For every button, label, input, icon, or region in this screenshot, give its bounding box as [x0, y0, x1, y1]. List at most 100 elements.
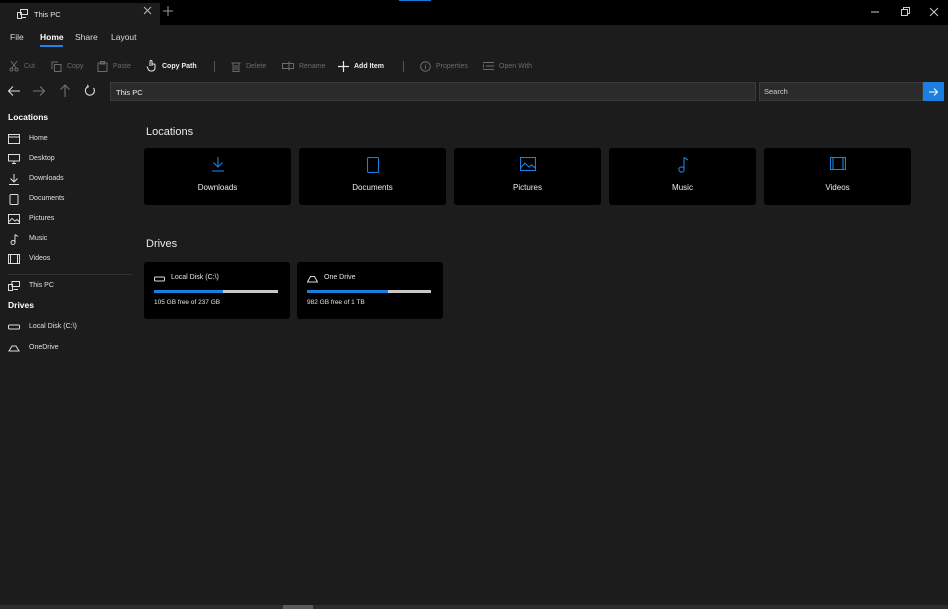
sidebar-item-label: Home — [29, 135, 48, 142]
cut-button[interactable]: Cut — [9, 58, 35, 74]
clipboard-icon — [97, 60, 108, 72]
menu-home[interactable]: Home — [40, 32, 64, 42]
active-menu-indicator — [40, 45, 63, 47]
video-icon — [8, 254, 20, 264]
sidebar-item-label: Downloads — [29, 175, 64, 182]
sidebar-item-this-pc[interactable]: This PC — [0, 277, 136, 295]
sidebar-locations-header: Locations — [8, 112, 49, 122]
download-icon — [8, 174, 20, 185]
rename-button[interactable]: Rename — [282, 58, 325, 74]
sidebar-item-local-disk[interactable]: Local Disk (C:\) — [0, 318, 136, 336]
menu-share[interactable]: Share — [75, 32, 98, 42]
drag-region-indicator — [399, 0, 431, 1]
drive-free-space: 982 GB free of 1 TB — [307, 299, 365, 306]
sidebar-drives-header: Drives — [8, 300, 34, 310]
new-tab-icon[interactable] — [163, 6, 173, 16]
desktop-icon — [8, 154, 20, 164]
minimize-icon[interactable] — [870, 5, 880, 19]
up-arrow-icon[interactable] — [59, 84, 71, 98]
paste-button[interactable]: Paste — [97, 58, 131, 74]
sidebar-item-label: Desktop — [29, 155, 55, 162]
location-card-label: Documents — [352, 183, 393, 192]
sidebar-item-downloads[interactable]: Downloads — [0, 170, 136, 188]
paste-label: Paste — [113, 62, 131, 70]
location-card-downloads[interactable]: Downloads — [144, 148, 291, 205]
copy-button[interactable]: Copy — [51, 58, 83, 74]
music-icon — [676, 157, 690, 173]
plus-icon — [338, 60, 349, 72]
restore-icon[interactable] — [900, 5, 910, 19]
close-window-icon[interactable] — [929, 5, 939, 19]
location-card-documents[interactable]: Documents — [299, 148, 446, 205]
menu-layout[interactable]: Layout — [111, 32, 137, 42]
location-card-label: Pictures — [513, 183, 542, 192]
drive-card-local-disk[interactable]: Local Disk (C:\) 105 GB free of 237 GB — [144, 262, 290, 319]
forward-arrow-icon[interactable] — [33, 84, 45, 98]
copy-label: Copy — [67, 62, 84, 70]
cut-label: Cut — [24, 62, 35, 70]
sidebar-item-documents[interactable]: Documents — [0, 190, 136, 208]
pc-icon — [17, 9, 28, 19]
location-card-label: Downloads — [197, 183, 238, 192]
delete-button[interactable]: Delete — [231, 58, 266, 74]
disk-icon — [8, 322, 20, 332]
sidebar-item-pictures[interactable]: Pictures — [0, 210, 136, 228]
trash-icon — [231, 61, 241, 72]
status-bar — [0, 605, 948, 609]
locations-title: Locations — [146, 126, 194, 138]
drive-card-onedrive[interactable]: One Drive 982 GB free of 1 TB — [297, 262, 443, 319]
sidebar-item-label: Local Disk (C:\) — [29, 323, 77, 330]
back-arrow-icon[interactable] — [8, 84, 20, 98]
drive-usage-bar — [307, 290, 431, 293]
location-card-videos[interactable]: Videos — [764, 148, 911, 205]
search-input[interactable] — [759, 82, 923, 101]
tab-this-pc[interactable]: This PC — [0, 3, 160, 25]
close-tab-icon[interactable] — [143, 6, 152, 15]
menu-file[interactable]: File — [10, 32, 24, 42]
hand-pointer-icon — [146, 60, 157, 72]
drives-title: Drives — [146, 238, 178, 250]
cloud-icon — [8, 343, 20, 353]
document-icon — [8, 194, 20, 205]
sidebar-item-home[interactable]: Home — [0, 130, 136, 148]
pc-icon — [8, 281, 20, 291]
properties-label: Properties — [436, 62, 468, 70]
sidebar-item-desktop[interactable]: Desktop — [0, 150, 136, 168]
open-with-button[interactable]: Open With — [483, 58, 532, 74]
location-card-label: Music — [672, 183, 693, 192]
tab-title: This PC — [34, 10, 61, 19]
address-bar[interactable]: This PC — [110, 82, 756, 101]
drive-name: Local Disk (C:\) — [171, 274, 219, 281]
add-item-button[interactable]: Add Item — [338, 58, 384, 74]
location-card-pictures[interactable]: Pictures — [454, 148, 601, 205]
open-with-icon — [483, 61, 494, 71]
address-path: This PC — [116, 88, 143, 97]
sidebar-item-label: Pictures — [29, 215, 55, 222]
location-card-music[interactable]: Music — [609, 148, 756, 205]
sidebar-item-onedrive[interactable]: OneDrive — [0, 339, 136, 357]
sidebar-item-label: OneDrive — [29, 344, 59, 351]
disk-icon — [154, 275, 165, 283]
copy-icon — [51, 61, 62, 72]
title-bar: This PC — [0, 0, 948, 25]
rename-label: Rename — [299, 62, 326, 70]
sidebar-item-videos[interactable]: Videos — [0, 250, 136, 268]
copy-path-button[interactable]: Copy Path — [146, 58, 197, 74]
video-icon — [829, 157, 846, 170]
music-icon — [8, 234, 20, 245]
document-icon — [366, 157, 380, 173]
scroll-thumb[interactable] — [283, 605, 313, 609]
refresh-icon[interactable] — [84, 84, 96, 98]
search-button[interactable] — [923, 82, 944, 101]
picture-icon — [519, 157, 536, 171]
drive-free-space: 105 GB free of 237 GB — [154, 299, 221, 306]
picture-icon — [8, 214, 20, 224]
sidebar-item-music[interactable]: Music — [0, 230, 136, 248]
sidebar-item-label: Videos — [29, 255, 51, 262]
drive-name: One Drive — [324, 274, 356, 281]
sidebar-divider — [8, 274, 132, 275]
command-toolbar: Cut Copy Paste Copy Path Delete Rename A… — [0, 53, 948, 79]
sidebar-item-label: This PC — [29, 282, 54, 289]
cloud-icon — [307, 275, 318, 283]
properties-button[interactable]: Properties — [420, 58, 468, 74]
